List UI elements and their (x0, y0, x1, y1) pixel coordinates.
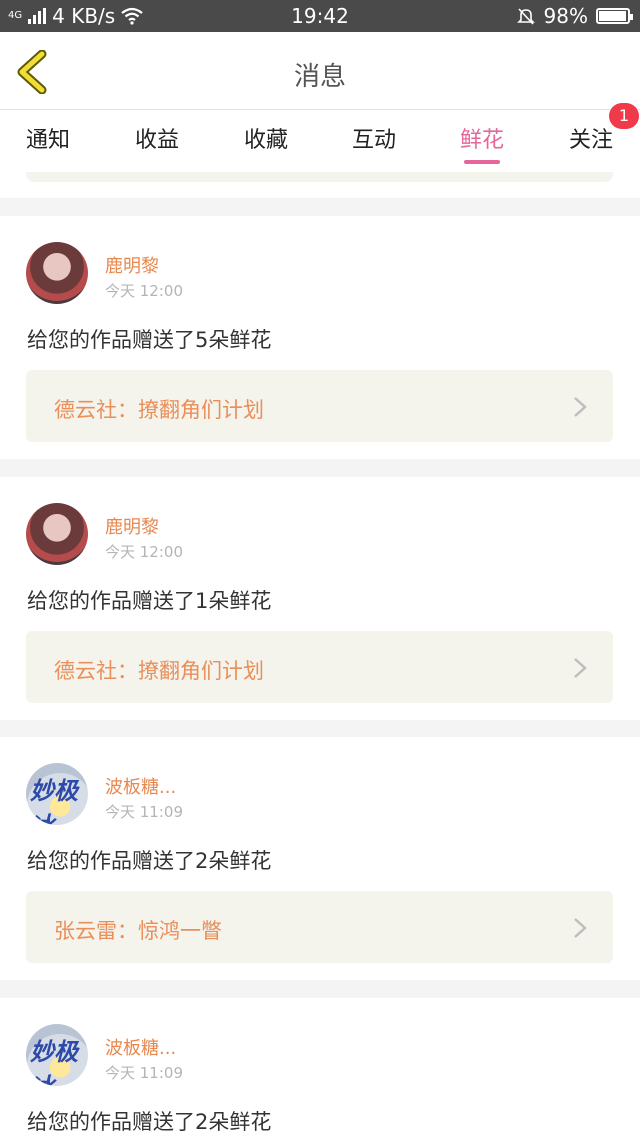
work-title: 德云社：撩翻角们计划 (54, 659, 264, 683)
message-text: 给您的作品赠送了2朵鲜花 (27, 1110, 272, 1134)
avatar[interactable] (26, 503, 88, 565)
message-card: 妙极冰 波板糖... 今天 11:09 给您的作品赠送了2朵鲜花 张云雷：惊鸿一… (0, 737, 640, 980)
message-text: 给您的作品赠送了5朵鲜花 (27, 328, 272, 352)
status-bar: 4G 4 KB/s 19:42 98% (0, 0, 640, 32)
message-time: 今天 11:09 (105, 803, 183, 821)
work-link-partial[interactable] (26, 172, 613, 182)
tab-label: 收益 (134, 128, 179, 153)
chevron-right-icon (574, 658, 587, 678)
avatar[interactable]: 妙极冰 (26, 1024, 88, 1086)
chevron-right-icon (574, 397, 587, 417)
tab-favorites[interactable]: 收藏 (226, 122, 306, 154)
work-title: 张云雷：惊鸿一瞥 (54, 919, 222, 943)
message-time: 今天 12:00 (105, 282, 183, 300)
tab-notifications[interactable]: 通知 (8, 122, 88, 154)
tab-interactions[interactable]: 互动 (334, 122, 414, 154)
message-time: 今天 12:00 (105, 543, 183, 561)
status-right: 98% (516, 4, 633, 28)
sender-name[interactable]: 波板糖... (105, 773, 176, 799)
avatar[interactable] (26, 242, 88, 304)
header: 消息 (0, 32, 640, 110)
battery-fill (599, 11, 626, 21)
active-tab-indicator (464, 160, 500, 164)
tab-earnings[interactable]: 收益 (117, 122, 197, 154)
tab-label: 互动 (351, 128, 396, 153)
chevron-right-icon (574, 918, 587, 938)
tab-flowers[interactable]: 鲜花 (442, 122, 522, 164)
work-title: 德云社：撩翻角们计划 (54, 398, 264, 422)
avatar-text: 妙极冰 (30, 777, 78, 825)
message-text: 给您的作品赠送了1朵鲜花 (27, 589, 272, 613)
message-card: 鹿明黎 今天 12:00 给您的作品赠送了5朵鲜花 德云社：撩翻角们计划 (0, 216, 640, 459)
sender-name[interactable]: 波板糖... (105, 1034, 176, 1060)
tab-label: 收藏 (243, 128, 288, 153)
sender-name[interactable]: 鹿明黎 (105, 513, 159, 539)
message-card: 鹿明黎 今天 12:00 给您的作品赠送了1朵鲜花 德云社：撩翻角们计划 (0, 477, 640, 720)
work-link[interactable]: 德云社：撩翻角们计划 (26, 370, 613, 442)
tab-bar: 通知 收益 收藏 互动 鲜花 关注 (0, 110, 640, 172)
silent-bell-icon (516, 8, 535, 25)
work-link[interactable]: 德云社：撩翻角们计划 (26, 631, 613, 703)
notification-badge: 1 (609, 103, 639, 129)
sender-name[interactable]: 鹿明黎 (105, 252, 159, 278)
work-link[interactable]: 张云雷：惊鸿一瞥 (26, 891, 613, 963)
battery-icon (596, 8, 633, 24)
message-card: 妙极冰 波板糖... 今天 11:09 给您的作品赠送了2朵鲜花 (0, 998, 640, 1138)
previous-message-card (0, 172, 640, 198)
message-text: 给您的作品赠送了2朵鲜花 (27, 849, 272, 873)
message-time: 今天 11:09 (105, 1064, 183, 1082)
page-title: 消息 (293, 62, 346, 92)
battery-percent: 98% (543, 4, 588, 28)
avatar[interactable]: 妙极冰 (26, 763, 88, 825)
tab-label: 通知 (25, 128, 70, 153)
tab-label: 关注 (568, 128, 613, 153)
avatar-text: 妙极冰 (30, 1038, 78, 1086)
tab-label: 鲜花 (459, 128, 504, 153)
